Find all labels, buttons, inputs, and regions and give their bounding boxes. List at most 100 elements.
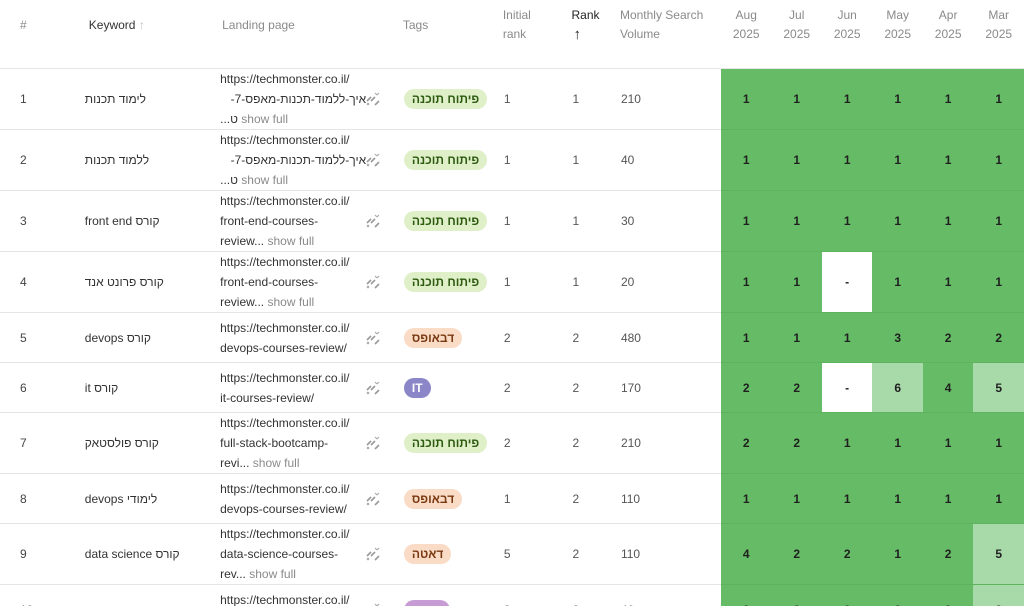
- show-full-link[interactable]: show full: [267, 234, 314, 248]
- landing-page-line3-text: rev...: [220, 567, 246, 581]
- month-rank-cell: 2: [872, 584, 923, 606]
- landing-page-line2: data-science-courses-: [220, 547, 339, 561]
- row-number: 4: [0, 251, 81, 313]
- landing-page-cell: https://techmonster.co.il/data-science-c…: [218, 523, 400, 585]
- tag-pill[interactable]: דבאופס: [403, 327, 463, 348]
- row-number: 2: [0, 129, 81, 191]
- monthly-search-volume-cell: 40: [615, 584, 721, 606]
- header-month-name: May: [886, 8, 909, 22]
- landing-page-line1: https://techmonster.co.il/: [220, 527, 350, 541]
- landing-page-link[interactable]: https://techmonster.co.il/full-stack-boo…: [220, 413, 366, 473]
- sort-arrow-icon[interactable]: ↑: [139, 18, 145, 32]
- keyword-cell[interactable]: לימודי devops: [80, 473, 219, 524]
- broken-link-icon[interactable]: [362, 88, 384, 110]
- tag-pill[interactable]: דאטה: [403, 544, 452, 564]
- month-rank-cell: 2: [771, 523, 822, 585]
- initial-rank-cell: 2: [498, 412, 568, 474]
- row-number: 1: [0, 68, 81, 130]
- month-rank-cell: 1: [720, 129, 772, 191]
- header-tags[interactable]: Tags: [399, 0, 499, 69]
- row-number: 5: [0, 312, 81, 363]
- landing-page-line3-text: revi...: [220, 456, 250, 470]
- show-full-link[interactable]: show full: [267, 295, 314, 309]
- rank-cell: 2: [567, 412, 616, 474]
- keyword-cell[interactable]: לימוד תכנות: [80, 68, 219, 130]
- show-full-link[interactable]: show full: [253, 456, 300, 470]
- header-month-5[interactable]: Mar 2025: [973, 0, 1024, 69]
- tag-pill[interactable]: פיתוח תוכנה: [403, 272, 488, 292]
- keyword-cell[interactable]: קורס front end: [80, 190, 219, 252]
- landing-page-line1: https://techmonster.co.il/: [220, 416, 350, 430]
- header-month-4[interactable]: Apr 2025: [922, 0, 974, 69]
- broken-link-icon[interactable]: [362, 149, 384, 171]
- landing-page-link[interactable]: https://techmonster.co.il/devops-courses…: [220, 318, 366, 358]
- keyword-cell[interactable]: קורס soc: [80, 584, 219, 606]
- broken-link-icon[interactable]: [362, 210, 384, 232]
- landing-page-link[interactable]: https://techmonster.co.il/front-end-cour…: [220, 252, 366, 312]
- landing-page-link[interactable]: https://techmonster.co.il/איך-ללמוד-תכנו…: [220, 130, 366, 190]
- show-full-link[interactable]: show full: [241, 112, 288, 126]
- landing-page-link[interactable]: https://techmonster.co.il/front-end-cour…: [220, 191, 366, 251]
- tag-pill[interactable]: IT: [403, 377, 431, 398]
- header-month-3[interactable]: May 2025: [872, 0, 923, 69]
- header-num[interactable]: #: [0, 0, 81, 69]
- monthly-search-volume-cell: 110: [615, 473, 721, 524]
- keyword-text: ללמוד תכנות: [84, 153, 150, 167]
- header-landing-page[interactable]: Landing page: [218, 0, 400, 69]
- broken-link-icon[interactable]: [362, 599, 384, 606]
- month-rank-cell: 5: [973, 523, 1024, 585]
- header-rank[interactable]: Rank ↑: [567, 0, 616, 69]
- tag-pill[interactable]: פיתוח תוכנה: [403, 150, 488, 170]
- header-month-1[interactable]: Jul 2025: [771, 0, 822, 69]
- table-body: 1 לימוד תכנות https://techmonster.co.il/אי…: [0, 68, 1024, 606]
- month-rank-cell: 3: [922, 584, 974, 606]
- landing-page-link[interactable]: https://techmonster.co.il/soc-courses-re…: [220, 590, 366, 606]
- header-month-name: Aug: [735, 8, 757, 22]
- landing-page-cell: https://techmonster.co.il/devops-courses…: [218, 312, 400, 363]
- landing-page-link[interactable]: https://techmonster.co.il/it-courses-rev…: [220, 368, 366, 408]
- keyword-cell[interactable]: ללמוד תכנות: [80, 129, 219, 191]
- tag-pill[interactable]: פיתוח תוכנה: [403, 433, 488, 453]
- keyword-cell[interactable]: קורס data science: [80, 523, 219, 585]
- tag-pill[interactable]: דבאופס: [403, 488, 463, 509]
- keyword-cell[interactable]: קורס פרונט אנד: [80, 251, 219, 313]
- keyword-text: קורס data science: [84, 547, 180, 561]
- landing-page-cell: https://techmonster.co.il/it-courses-rev…: [218, 362, 400, 413]
- landing-page-link[interactable]: https://techmonster.co.il/data-science-c…: [220, 524, 366, 584]
- tag-pill[interactable]: פיתוח תוכנה: [403, 211, 488, 231]
- keyword-cell[interactable]: קורס פולסטאק: [80, 412, 219, 474]
- broken-link-icon[interactable]: [362, 271, 384, 293]
- header-initial-rank[interactable]: Initial rank: [498, 0, 568, 69]
- keyword-cell[interactable]: קורס devops: [80, 312, 219, 363]
- rank-cell: 2: [567, 523, 616, 585]
- header-keyword[interactable]: Keyword ↑: [80, 0, 219, 69]
- show-full-link[interactable]: show full: [249, 567, 296, 581]
- broken-link-icon[interactable]: [362, 377, 384, 399]
- keyword-cell[interactable]: קורס it: [80, 362, 219, 413]
- header-monthly-search-volume[interactable]: Monthly Search Volume: [615, 0, 721, 69]
- month-rank-cell: 1: [922, 68, 974, 130]
- initial-rank-cell: 1: [498, 129, 568, 191]
- month-rank-cell: 2: [771, 362, 822, 413]
- header-month-2[interactable]: Jun 2025: [821, 0, 873, 69]
- broken-link-icon[interactable]: [362, 543, 384, 565]
- month-rank-cell: -: [821, 251, 873, 313]
- broken-link-icon[interactable]: [362, 327, 384, 349]
- broken-link-icon[interactable]: [362, 488, 384, 510]
- landing-page-cell: https://techmonster.co.il/full-stack-boo…: [218, 412, 400, 474]
- rank-cell: 2: [567, 312, 616, 363]
- tag-pill[interactable]: סייבר: [403, 599, 450, 606]
- rank-sort-arrow-icon[interactable]: ↑: [571, 25, 611, 44]
- header-month-0[interactable]: Aug 2025: [720, 0, 772, 69]
- row-number: 3: [0, 190, 81, 252]
- landing-page-line3-text: review...: [220, 295, 265, 309]
- landing-page-cell: https://techmonster.co.il/devops-courses…: [218, 473, 400, 524]
- landing-page-link[interactable]: https://techmonster.co.il/devops-courses…: [220, 479, 366, 519]
- broken-link-icon[interactable]: [362, 432, 384, 454]
- tag-pill[interactable]: פיתוח תוכנה: [403, 89, 488, 109]
- row-number: 6: [0, 362, 81, 413]
- landing-page-line1: https://techmonster.co.il/: [220, 255, 350, 269]
- landing-page-line2: איך-ללמוד-תכנות-מאפס-7-: [230, 92, 367, 106]
- show-full-link[interactable]: show full: [241, 173, 288, 187]
- landing-page-link[interactable]: https://techmonster.co.il/איך-ללמוד-תכנו…: [220, 69, 366, 129]
